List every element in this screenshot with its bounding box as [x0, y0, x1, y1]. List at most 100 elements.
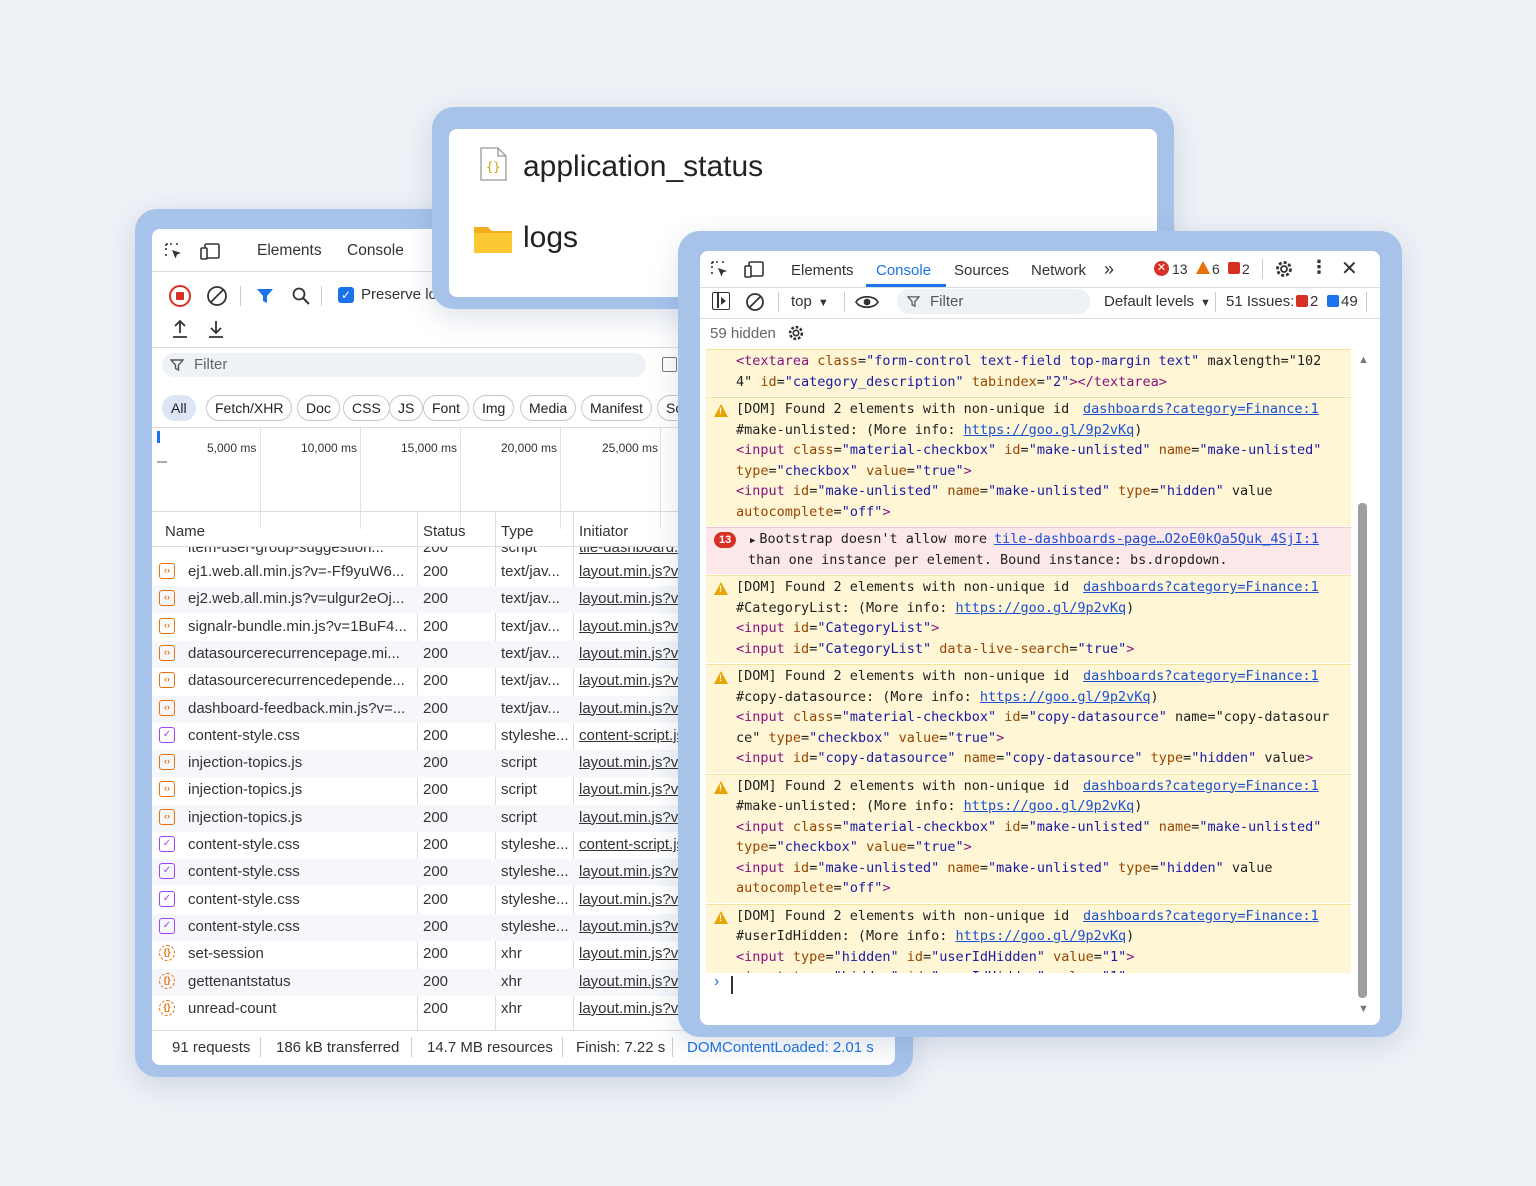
context-select[interactable]: top ▼	[791, 293, 829, 310]
filter-js[interactable]: JS	[389, 395, 424, 421]
request-name: content-style.css	[188, 726, 300, 744]
request-initiator[interactable]: tile-dashboard...	[579, 547, 687, 556]
console-filter-input[interactable]: Filter	[897, 289, 1090, 314]
source-link[interactable]: dashboards?category=Finance:1	[1083, 668, 1319, 684]
source-link[interactable]: dashboards?category=Finance:1	[1083, 908, 1319, 924]
issues-label[interactable]: 51 Issues:	[1226, 293, 1294, 310]
source-link[interactable]: dashboards?category=Finance:1	[1083, 579, 1319, 595]
request-name: set-session	[188, 945, 264, 963]
scrollbar-thumb[interactable]	[1358, 503, 1367, 998]
issues-info-count[interactable]: 49	[1341, 293, 1358, 310]
scroll-down-icon[interactable]: ▼	[1358, 1003, 1369, 1015]
column-type[interactable]: Type	[501, 523, 534, 540]
request-name: dashboard-feedback.min.js?v=...	[188, 699, 406, 717]
folder-name[interactable]: logs	[523, 221, 578, 255]
request-status: 200	[423, 781, 449, 799]
stylesheet-file-icon: ✓	[159, 917, 175, 934]
request-name: datasourcerecurrencepage.mi...	[188, 644, 400, 662]
filter-placeholder: Filter	[194, 356, 228, 373]
chevron-down-icon: ▼	[1200, 297, 1211, 309]
more-options-icon[interactable]: ⋮	[1310, 257, 1328, 278]
request-status: 200	[423, 808, 449, 826]
export-har-icon[interactable]	[206, 318, 226, 340]
dom-content-loaded: DOMContentLoaded: 2.01 s	[687, 1039, 874, 1056]
filter-font[interactable]: Font	[423, 395, 470, 421]
scroll-up-icon[interactable]: ▲	[1358, 354, 1369, 366]
more-info-link[interactable]: https://goo.gl/9p2vKq	[955, 600, 1126, 616]
more-tabs-icon[interactable]: »	[1104, 259, 1114, 280]
filter-icon[interactable]	[255, 286, 275, 306]
live-expression-eye-icon[interactable]	[855, 293, 879, 311]
search-icon[interactable]	[291, 286, 311, 306]
source-link[interactable]: dashboards?category=Finance:1	[1083, 778, 1319, 794]
filter-media[interactable]: Media	[520, 395, 577, 421]
warning-count[interactable]: 6	[1212, 261, 1220, 277]
stop-recording-icon[interactable]	[169, 285, 191, 307]
issues-error-count[interactable]: 2	[1310, 293, 1318, 310]
tab-console[interactable]: Console	[347, 242, 404, 260]
more-info-link[interactable]: https://goo.gl/9p2vKq	[980, 689, 1151, 705]
console-settings-gear-icon[interactable]	[786, 323, 806, 343]
source-link[interactable]: tile-dashboards-page…O2oE0kQa5Quk_4SjI:1	[994, 531, 1319, 547]
expand-arrow-icon[interactable]: ▶	[750, 536, 755, 546]
clear-console-icon[interactable]	[744, 291, 766, 313]
import-har-icon[interactable]	[170, 318, 190, 340]
settings-gear-icon[interactable]	[1273, 258, 1295, 280]
console-message-continuation[interactable]: <textarea class="form-control text-field…	[706, 349, 1351, 396]
console-warning-message[interactable]: [DOM] Found 2 elements with non-unique i…	[706, 903, 1351, 973]
filter-all[interactable]: All	[162, 395, 196, 421]
request-status: 200	[423, 999, 449, 1017]
issue-count[interactable]: 2	[1242, 261, 1250, 277]
inspect-element-icon[interactable]	[710, 260, 730, 280]
message-line: <textarea class="form-control text-field…	[736, 353, 1322, 369]
tab-network[interactable]: Network	[1031, 262, 1086, 279]
filter-doc[interactable]: Doc	[297, 395, 340, 421]
filter-img[interactable]: Img	[473, 395, 515, 421]
filter-css[interactable]: CSS	[343, 395, 390, 421]
invert-checkbox[interactable]	[662, 357, 677, 372]
inspect-element-icon[interactable]	[164, 242, 184, 262]
xhr-request-icon: {}	[159, 972, 175, 989]
issue-info-icon	[1327, 295, 1339, 307]
tab-elements[interactable]: Elements	[257, 242, 322, 260]
device-toolbar-icon[interactable]	[200, 242, 222, 262]
console-warning-message[interactable]: [DOM] Found 2 elements with non-unique i…	[706, 397, 1351, 526]
console-warning-message[interactable]: [DOM] Found 2 elements with non-unique i…	[706, 664, 1351, 773]
column-status[interactable]: Status	[423, 523, 466, 540]
log-levels-select[interactable]: Default levels ▼	[1104, 293, 1211, 310]
tab-console[interactable]: Console	[876, 262, 931, 279]
filter-manifest[interactable]: Manifest	[581, 395, 652, 421]
message-first-line: [DOM] Found 2 elements with non-unique i…	[736, 579, 1077, 595]
message-text: [DOM] Found 2 elements with non-unique i…	[736, 668, 1078, 684]
more-info-link[interactable]: https://goo.gl/9p2vKq	[964, 798, 1135, 814]
console-error-message[interactable]: 13 ▶ Bootstrap doesn't allow more tile-das…	[706, 527, 1351, 574]
close-icon[interactable]: ✕	[1341, 256, 1358, 281]
log-levels-value: Default levels	[1104, 293, 1195, 310]
console-input[interactable]	[731, 976, 733, 994]
device-toolbar-icon[interactable]	[744, 260, 766, 280]
column-name[interactable]: Name	[165, 523, 205, 540]
sidebar-toggle-icon[interactable]	[712, 292, 730, 310]
request-type: xhr	[501, 999, 522, 1017]
message-first-line: [DOM] Found 2 elements with non-unique i…	[736, 908, 1077, 924]
more-info-link[interactable]: https://goo.gl/9p2vKq	[964, 422, 1135, 438]
hidden-count[interactable]: 59 hidden	[710, 325, 776, 342]
console-warning-message[interactable]: [DOM] Found 2 elements with non-unique i…	[706, 773, 1351, 903]
column-initiator[interactable]: Initiator	[579, 523, 628, 540]
message-text: )	[1150, 688, 1159, 705]
source-link[interactable]: dashboards?category=Finance:1	[1083, 401, 1319, 417]
filter-fetch-xhr[interactable]: Fetch/XHR	[206, 395, 293, 421]
tab-sources[interactable]: Sources	[954, 262, 1009, 279]
tab-elements[interactable]: Elements	[791, 262, 854, 279]
toolbar-divider	[1262, 259, 1263, 279]
error-icon: ✕	[1154, 261, 1169, 276]
clear-icon[interactable]	[206, 285, 228, 307]
script-file-icon: ‹›	[159, 617, 175, 634]
console-warning-message[interactable]: [DOM] Found 2 elements with non-unique i…	[706, 575, 1351, 663]
file-name[interactable]: application_status	[523, 150, 763, 184]
error-count[interactable]: 13	[1172, 261, 1188, 277]
preserve-log-checkbox[interactable]: ✓	[338, 287, 354, 303]
request-type: text/jav...	[501, 563, 560, 580]
more-info-link[interactable]: https://goo.gl/9p2vKq	[955, 928, 1126, 944]
filter-input[interactable]: Filter	[162, 353, 646, 377]
